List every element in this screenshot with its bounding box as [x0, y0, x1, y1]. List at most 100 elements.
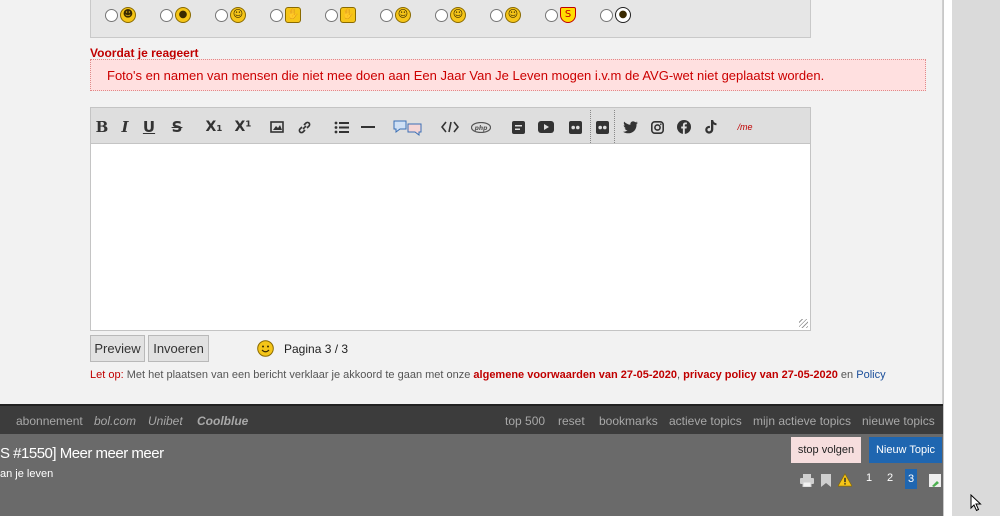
superman-icon[interactable]: S: [560, 7, 576, 23]
smiley-option[interactable]: ☺: [435, 7, 490, 23]
smiley-radio[interactable]: [490, 8, 503, 22]
nav-top500[interactable]: top 500: [505, 414, 545, 428]
terms-text: Met het plaatsen van een bericht verklaa…: [123, 369, 474, 381]
terms-link[interactable]: algemene voorwaarden van 27-05-2020: [473, 369, 677, 381]
toolbar-separator: [614, 110, 615, 143]
report-warning-icon[interactable]: [838, 473, 852, 487]
link-icon[interactable]: [296, 117, 312, 137]
nav-nieuwe-topics[interactable]: nieuwe topics: [862, 414, 935, 428]
warning-text: Foto's en namen van mensen die niet mee …: [107, 68, 825, 83]
page-link-1[interactable]: 1: [863, 472, 875, 484]
resize-handle[interactable]: [799, 319, 808, 328]
nav-bolcom[interactable]: bol.com: [94, 414, 136, 428]
smiley-option[interactable]: ●: [160, 7, 215, 23]
subscript-button[interactable]: X₁: [204, 117, 224, 137]
terms-and: en: [837, 369, 857, 381]
list-icon[interactable]: [333, 117, 349, 137]
page-link-2[interactable]: 2: [884, 472, 896, 484]
warning-box: Foto's en namen van mensen die niet mee …: [90, 59, 926, 91]
smiley-option[interactable]: S: [545, 7, 600, 23]
strikethrough-button[interactable]: S: [170, 117, 184, 137]
facebook-icon[interactable]: [677, 117, 691, 137]
underline-button[interactable]: U: [142, 117, 156, 137]
superscript-button[interactable]: X¹: [233, 117, 253, 137]
thumbs-down-smiley-icon[interactable]: ✋: [285, 7, 301, 23]
code-icon[interactable]: [441, 117, 459, 137]
stop-follow-button[interactable]: stop volgen: [791, 437, 861, 463]
smiley-radio[interactable]: [545, 8, 558, 22]
pagination-label: Pagina 3 / 3: [284, 342, 349, 356]
bold-button[interactable]: B: [95, 117, 109, 137]
neutral-smiley-icon[interactable]: ☺: [395, 7, 411, 23]
terms-notice: Let op: Met het plaatsen van een bericht…: [90, 369, 886, 381]
preview-button[interactable]: Preview: [90, 335, 145, 362]
smiley-radio[interactable]: [380, 8, 393, 22]
italic-button[interactable]: I: [119, 117, 131, 137]
smiley-row: ☻ ● ☺ ✋ ✋ ☺ ☺ ☺ S ●: [105, 7, 655, 23]
quote-icon[interactable]: [391, 117, 425, 137]
spoiler-icon[interactable]: [511, 117, 525, 137]
smiley-radio[interactable]: [600, 8, 613, 22]
smiley-radio[interactable]: [160, 8, 173, 22]
nav-mijn-actieve-topics[interactable]: mijn actieve topics: [753, 414, 851, 428]
toolbar-separator: [590, 110, 591, 143]
nav-coolblue[interactable]: Coolblue: [197, 414, 248, 428]
php-icon[interactable]: php: [471, 117, 491, 137]
terms-prefix: Let op: [90, 369, 121, 381]
wink-kiss-smiley-icon[interactable]: ☺: [450, 7, 466, 23]
window-background: [952, 0, 1000, 516]
nav-actieve-topics[interactable]: actieve topics: [669, 414, 742, 428]
smiley-icon[interactable]: [257, 340, 274, 357]
image-icon[interactable]: [269, 117, 285, 137]
bookmark-icon[interactable]: [819, 473, 833, 487]
topic-subtitle: an je leven: [0, 468, 54, 480]
angel-smiley-icon[interactable]: ☺: [505, 7, 521, 23]
warning-title: Voordat je reageert: [90, 46, 199, 60]
page-edge: [943, 0, 952, 516]
thumbs-up-smiley-icon[interactable]: ✋: [340, 7, 356, 23]
horizontal-rule-icon[interactable]: [361, 117, 375, 137]
nav-abonnement[interactable]: abonnement: [16, 414, 83, 428]
youtube-icon[interactable]: [538, 117, 554, 137]
smiley-option[interactable]: ✋: [325, 7, 380, 23]
smiley-radio[interactable]: [215, 8, 228, 22]
smiley-radio[interactable]: [105, 8, 118, 22]
nav-bookmarks[interactable]: bookmarks: [599, 414, 658, 428]
twitter-icon[interactable]: [622, 117, 638, 137]
smiley-radio[interactable]: [270, 8, 283, 22]
smiley-selector: ☻ ● ☺ ✋ ✋ ☺ ☺ ☺ S ●: [90, 0, 811, 38]
nav-unibet[interactable]: Unibet: [148, 414, 183, 428]
smiley-option[interactable]: ●: [600, 7, 655, 23]
message-textarea[interactable]: [90, 144, 811, 331]
instagram-icon[interactable]: [650, 117, 664, 137]
nav-reset[interactable]: reset: [558, 414, 585, 428]
flickr-icon[interactable]: [568, 117, 582, 137]
submit-button[interactable]: Invoeren: [148, 335, 209, 362]
me-button[interactable]: /me: [735, 117, 755, 137]
grin-smiley-icon[interactable]: ☻: [120, 7, 136, 23]
smiley-option[interactable]: ☻: [105, 7, 160, 23]
tiktok-icon[interactable]: [704, 117, 718, 137]
policy-link[interactable]: Policy: [856, 369, 885, 381]
flickr-alt-icon[interactable]: [595, 117, 609, 137]
smiley-radio[interactable]: [325, 8, 338, 22]
topic-title[interactable]: S #1550] Meer meer meer: [0, 445, 164, 462]
smiley-option[interactable]: ☺: [215, 7, 270, 23]
svg-text:php: php: [474, 125, 489, 132]
smiley-option[interactable]: ☺: [380, 7, 435, 23]
new-post-icon[interactable]: [928, 473, 942, 487]
soccer-ball-icon[interactable]: ●: [615, 7, 631, 23]
editor-toolbar: B I U S X₁ X¹ php /me: [90, 107, 811, 144]
smiley-radio[interactable]: [435, 8, 448, 22]
surprised-smiley-icon[interactable]: ●: [175, 7, 191, 23]
mouse-cursor-icon: [970, 494, 982, 512]
smiley-option[interactable]: ☺: [490, 7, 545, 23]
smile-smiley-icon[interactable]: ☺: [230, 7, 246, 23]
topic-bar: S #1550] Meer meer meer an je leven stop…: [0, 434, 943, 516]
smiley-option[interactable]: ✋: [270, 7, 325, 23]
page-link-current[interactable]: 3: [905, 469, 917, 489]
privacy-link[interactable]: privacy policy van 27-05-2020: [683, 369, 838, 381]
new-topic-button[interactable]: Nieuw Topic: [869, 437, 942, 463]
footer-nav: abonnement bol.com Unibet Coolblue top 5…: [0, 404, 943, 434]
print-icon[interactable]: [800, 473, 814, 487]
